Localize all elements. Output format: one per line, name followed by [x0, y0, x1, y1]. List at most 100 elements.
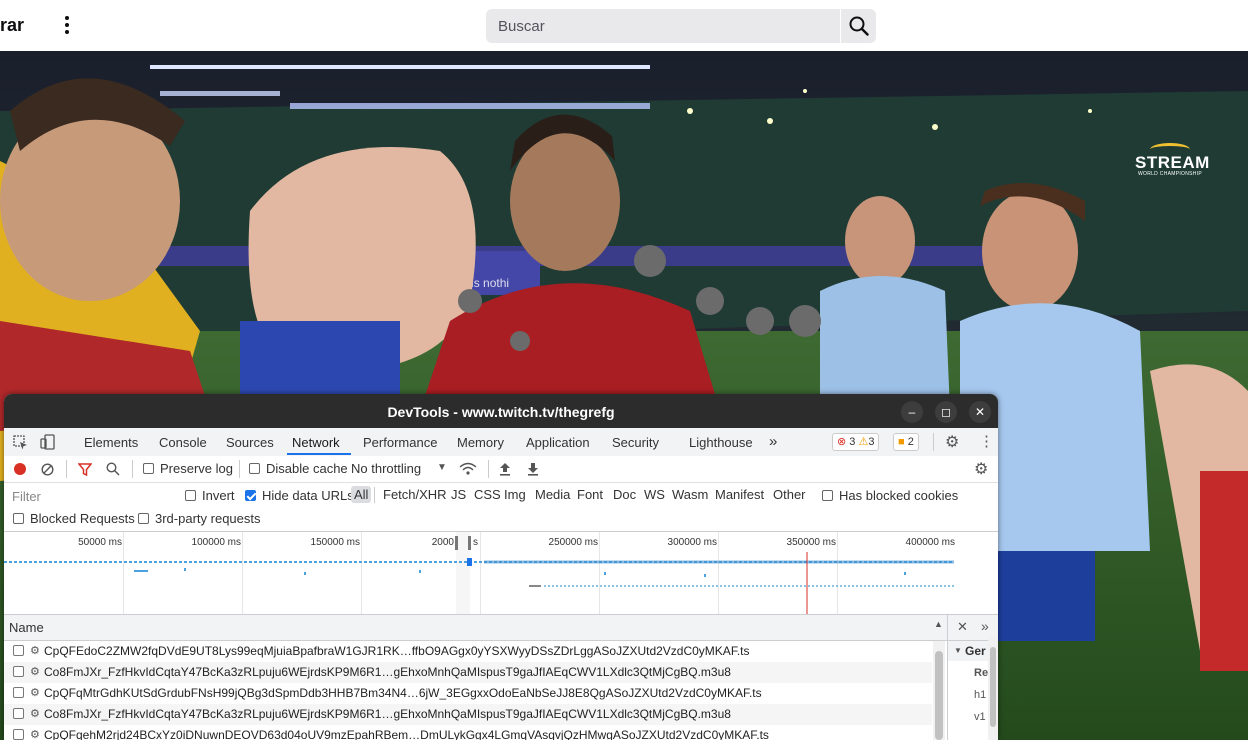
tab-application[interactable]: Application	[526, 435, 590, 450]
devtools-title: DevTools - www.twitch.tv/thegrefg	[387, 404, 615, 420]
row-checkbox[interactable]	[13, 666, 24, 677]
type-filter-fetch-xhr[interactable]: Fetch/XHR	[383, 487, 447, 502]
disable-cache-label: Disable cache	[266, 461, 348, 476]
devtools-tabbar: Elements Console Sources Network Perform…	[4, 428, 998, 457]
scroll-up-icon[interactable]: ▲	[934, 619, 943, 629]
chevron-down-icon[interactable]: ▼	[437, 462, 447, 473]
table-row[interactable]: ⚙ Co8FmJXr_FzfHkvIdCqtaY47BcKa3zRLpuju6W…	[4, 704, 932, 725]
close-icon[interactable]: ✕	[957, 619, 968, 635]
network-conditions-icon[interactable]	[459, 462, 477, 476]
type-filter-other[interactable]: Other	[773, 487, 806, 502]
invert-checkbox[interactable]	[185, 490, 196, 501]
disable-cache-checkbox[interactable]	[249, 463, 260, 474]
inspect-element-icon[interactable]	[13, 435, 28, 450]
type-filter-js[interactable]: JS	[451, 487, 466, 502]
search-network-icon[interactable]	[106, 462, 120, 476]
network-settings-icon[interactable]: ⚙	[974, 459, 988, 479]
table-row[interactable]: ⚙ CpQFqMtrGdhKUtSdGrdubFNsH99jQBg3dSpmDd…	[4, 683, 932, 704]
issues-badge[interactable]: ■ 2	[893, 433, 919, 451]
tab-console[interactable]: Console	[159, 435, 207, 450]
tab-lighthouse[interactable]: Lighthouse	[689, 435, 753, 450]
details-line: Re	[974, 667, 989, 679]
scrollbar-thumb[interactable]	[935, 651, 943, 740]
requests-list: ⚙ CpQFEdoC2ZMW2fqDVdE9UT8Lys99eqMjuiaBpa…	[4, 641, 932, 740]
minimize-icon[interactable]: –	[901, 401, 923, 423]
clear-icon[interactable]	[41, 463, 54, 476]
row-checkbox[interactable]	[13, 708, 24, 719]
error-icon: ⊗	[837, 436, 847, 448]
divider	[66, 460, 67, 478]
type-filter-doc[interactable]: Doc	[613, 487, 636, 502]
search-button[interactable]	[841, 9, 876, 43]
more-menu-icon[interactable]	[56, 12, 78, 38]
details-scrollbar[interactable]	[988, 637, 998, 740]
table-row[interactable]: ⚙ Co8FmJXr_FzfHkvIdCqtaY47BcKa3zRLpuju6W…	[4, 662, 932, 683]
requests-scrollbar[interactable]	[933, 641, 945, 740]
blocked-requests-label: Blocked Requests	[30, 511, 135, 526]
filter-icon[interactable]	[78, 463, 92, 476]
type-filter-wasm[interactable]: Wasm	[672, 487, 708, 502]
gear-icon: ⚙	[30, 708, 40, 720]
filter-input[interactable]	[10, 485, 174, 507]
request-name: Co8FmJXr_FzfHkvIdCqtaY47BcKa3zRLpuju6WEj…	[44, 665, 731, 679]
column-header-name[interactable]: Name	[9, 620, 44, 635]
type-filter-media[interactable]: Media	[535, 487, 570, 502]
tab-memory[interactable]: Memory	[457, 435, 504, 450]
type-filter-all[interactable]: All	[351, 486, 372, 503]
divider	[374, 487, 375, 503]
settings-gear-icon[interactable]: ⚙	[945, 432, 959, 452]
active-tab-indicator	[287, 453, 351, 455]
request-details-panel: ✕ » ▼ Ger Re h1 v1	[947, 615, 998, 740]
row-checkbox[interactable]	[13, 687, 24, 698]
requests-table-header: Name ▲	[4, 615, 947, 641]
tab-elements[interactable]: Elements	[84, 435, 138, 450]
gear-icon: ⚙	[30, 687, 40, 699]
network-overview-timeline[interactable]: 50000 ms 100000 ms 150000 ms 2000 s 2500…	[4, 532, 998, 615]
tab-security[interactable]: Security	[612, 435, 659, 450]
scrollbar-thumb[interactable]	[990, 647, 996, 727]
has-blocked-cookies-label: Has blocked cookies	[839, 488, 959, 503]
stream-logo: STREAM WORLD CHAMPIONSHIP	[1135, 143, 1209, 178]
warning-count: 3	[868, 436, 875, 448]
record-icon[interactable]	[14, 463, 26, 475]
more-tabs-icon[interactable]: »	[769, 433, 777, 450]
type-filter-manifest[interactable]: Manifest	[715, 487, 764, 502]
row-checkbox[interactable]	[13, 729, 24, 740]
row-checkbox[interactable]	[13, 645, 24, 656]
has-blocked-cookies-checkbox[interactable]	[822, 490, 833, 501]
network-toolbar: Preserve log Disable cache No throttling…	[4, 456, 998, 483]
table-row[interactable]: ⚙ CpQFEdoC2ZMW2fqDVdE9UT8Lys99eqMjuiaBpa…	[4, 641, 932, 662]
gear-icon: ⚙	[30, 666, 40, 678]
table-row[interactable]: ⚙ CpQFqehM2rjd24BCxYz0iDNuwnDEOVD63d04oU…	[4, 725, 932, 740]
top-bar: rar	[0, 0, 1248, 52]
throttling-select[interactable]: No throttling	[351, 461, 421, 476]
type-filter-img[interactable]: Img	[504, 487, 526, 502]
request-name: CpQFEdoC2ZMW2fqDVdE9UT8Lys99eqMjuiaBpafb…	[44, 644, 750, 658]
brand-text[interactable]: rar	[0, 15, 24, 36]
preserve-log-checkbox[interactable]	[143, 463, 154, 474]
third-party-checkbox[interactable]	[138, 513, 149, 524]
hide-data-urls-checkbox[interactable]	[245, 490, 256, 501]
type-filter-font[interactable]: Font	[577, 487, 603, 502]
tab-sources[interactable]: Sources	[226, 435, 274, 450]
gear-icon: ⚙	[30, 645, 40, 657]
devtools-titlebar[interactable]: DevTools - www.twitch.tv/thegrefg – ◻ ✕	[4, 394, 998, 428]
tab-performance[interactable]: Performance	[363, 435, 437, 450]
upload-har-icon[interactable]	[499, 462, 511, 476]
search-input[interactable]	[486, 9, 840, 43]
invert-label: Invert	[202, 488, 235, 503]
type-filter-css[interactable]: CSS	[474, 487, 501, 502]
more-tabs-icon[interactable]: »	[981, 618, 989, 634]
warning-icon: ⚠	[858, 436, 869, 448]
blocked-requests-checkbox[interactable]	[13, 513, 24, 524]
customize-menu-icon[interactable]: ⋮	[979, 432, 994, 450]
console-errors-badge[interactable]: ⊗ 3 ⚠3	[832, 433, 880, 451]
device-toolbar-icon[interactable]	[40, 434, 55, 450]
tab-network[interactable]: Network	[292, 435, 340, 450]
request-name: CpQFqehM2rjd24BCxYz0iDNuwnDEOVD63d04oUV9…	[44, 728, 769, 740]
maximize-icon[interactable]: ◻	[935, 401, 957, 423]
close-window-icon[interactable]: ✕	[969, 401, 991, 423]
download-har-icon[interactable]	[527, 462, 539, 476]
type-filter-ws[interactable]: WS	[644, 487, 665, 502]
search-bar	[486, 9, 876, 43]
